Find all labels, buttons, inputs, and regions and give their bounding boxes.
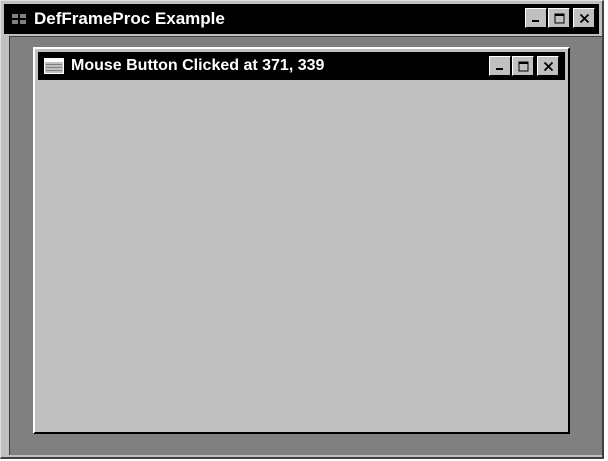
child-close-button[interactable]	[537, 56, 559, 76]
close-icon	[543, 61, 553, 71]
child-window: Mouse Button Clicked at 371, 339	[33, 47, 570, 434]
main-title-bar[interactable]: DefFrameProc Example	[4, 4, 599, 34]
main-close-button[interactable]	[573, 8, 595, 28]
maximize-icon	[518, 61, 528, 71]
window-icon[interactable]	[43, 57, 65, 75]
maximize-icon	[554, 13, 564, 23]
main-caption-buttons	[524, 8, 595, 28]
child-window-title: Mouse Button Clicked at 371, 339	[71, 57, 325, 74]
app-icon[interactable]	[10, 9, 30, 29]
child-client-area[interactable]	[38, 81, 565, 429]
close-icon	[579, 13, 589, 23]
main-window-title: DefFrameProc Example	[34, 9, 225, 28]
minimize-icon	[496, 68, 503, 70]
child-minimize-button[interactable]	[489, 56, 511, 76]
main-minimize-button[interactable]	[525, 8, 547, 28]
child-caption-buttons	[488, 56, 559, 76]
main-maximize-button[interactable]	[548, 8, 570, 28]
child-title-bar[interactable]: Mouse Button Clicked at 371, 339	[38, 52, 565, 80]
minimize-icon	[532, 20, 539, 22]
child-maximize-button[interactable]	[512, 56, 534, 76]
